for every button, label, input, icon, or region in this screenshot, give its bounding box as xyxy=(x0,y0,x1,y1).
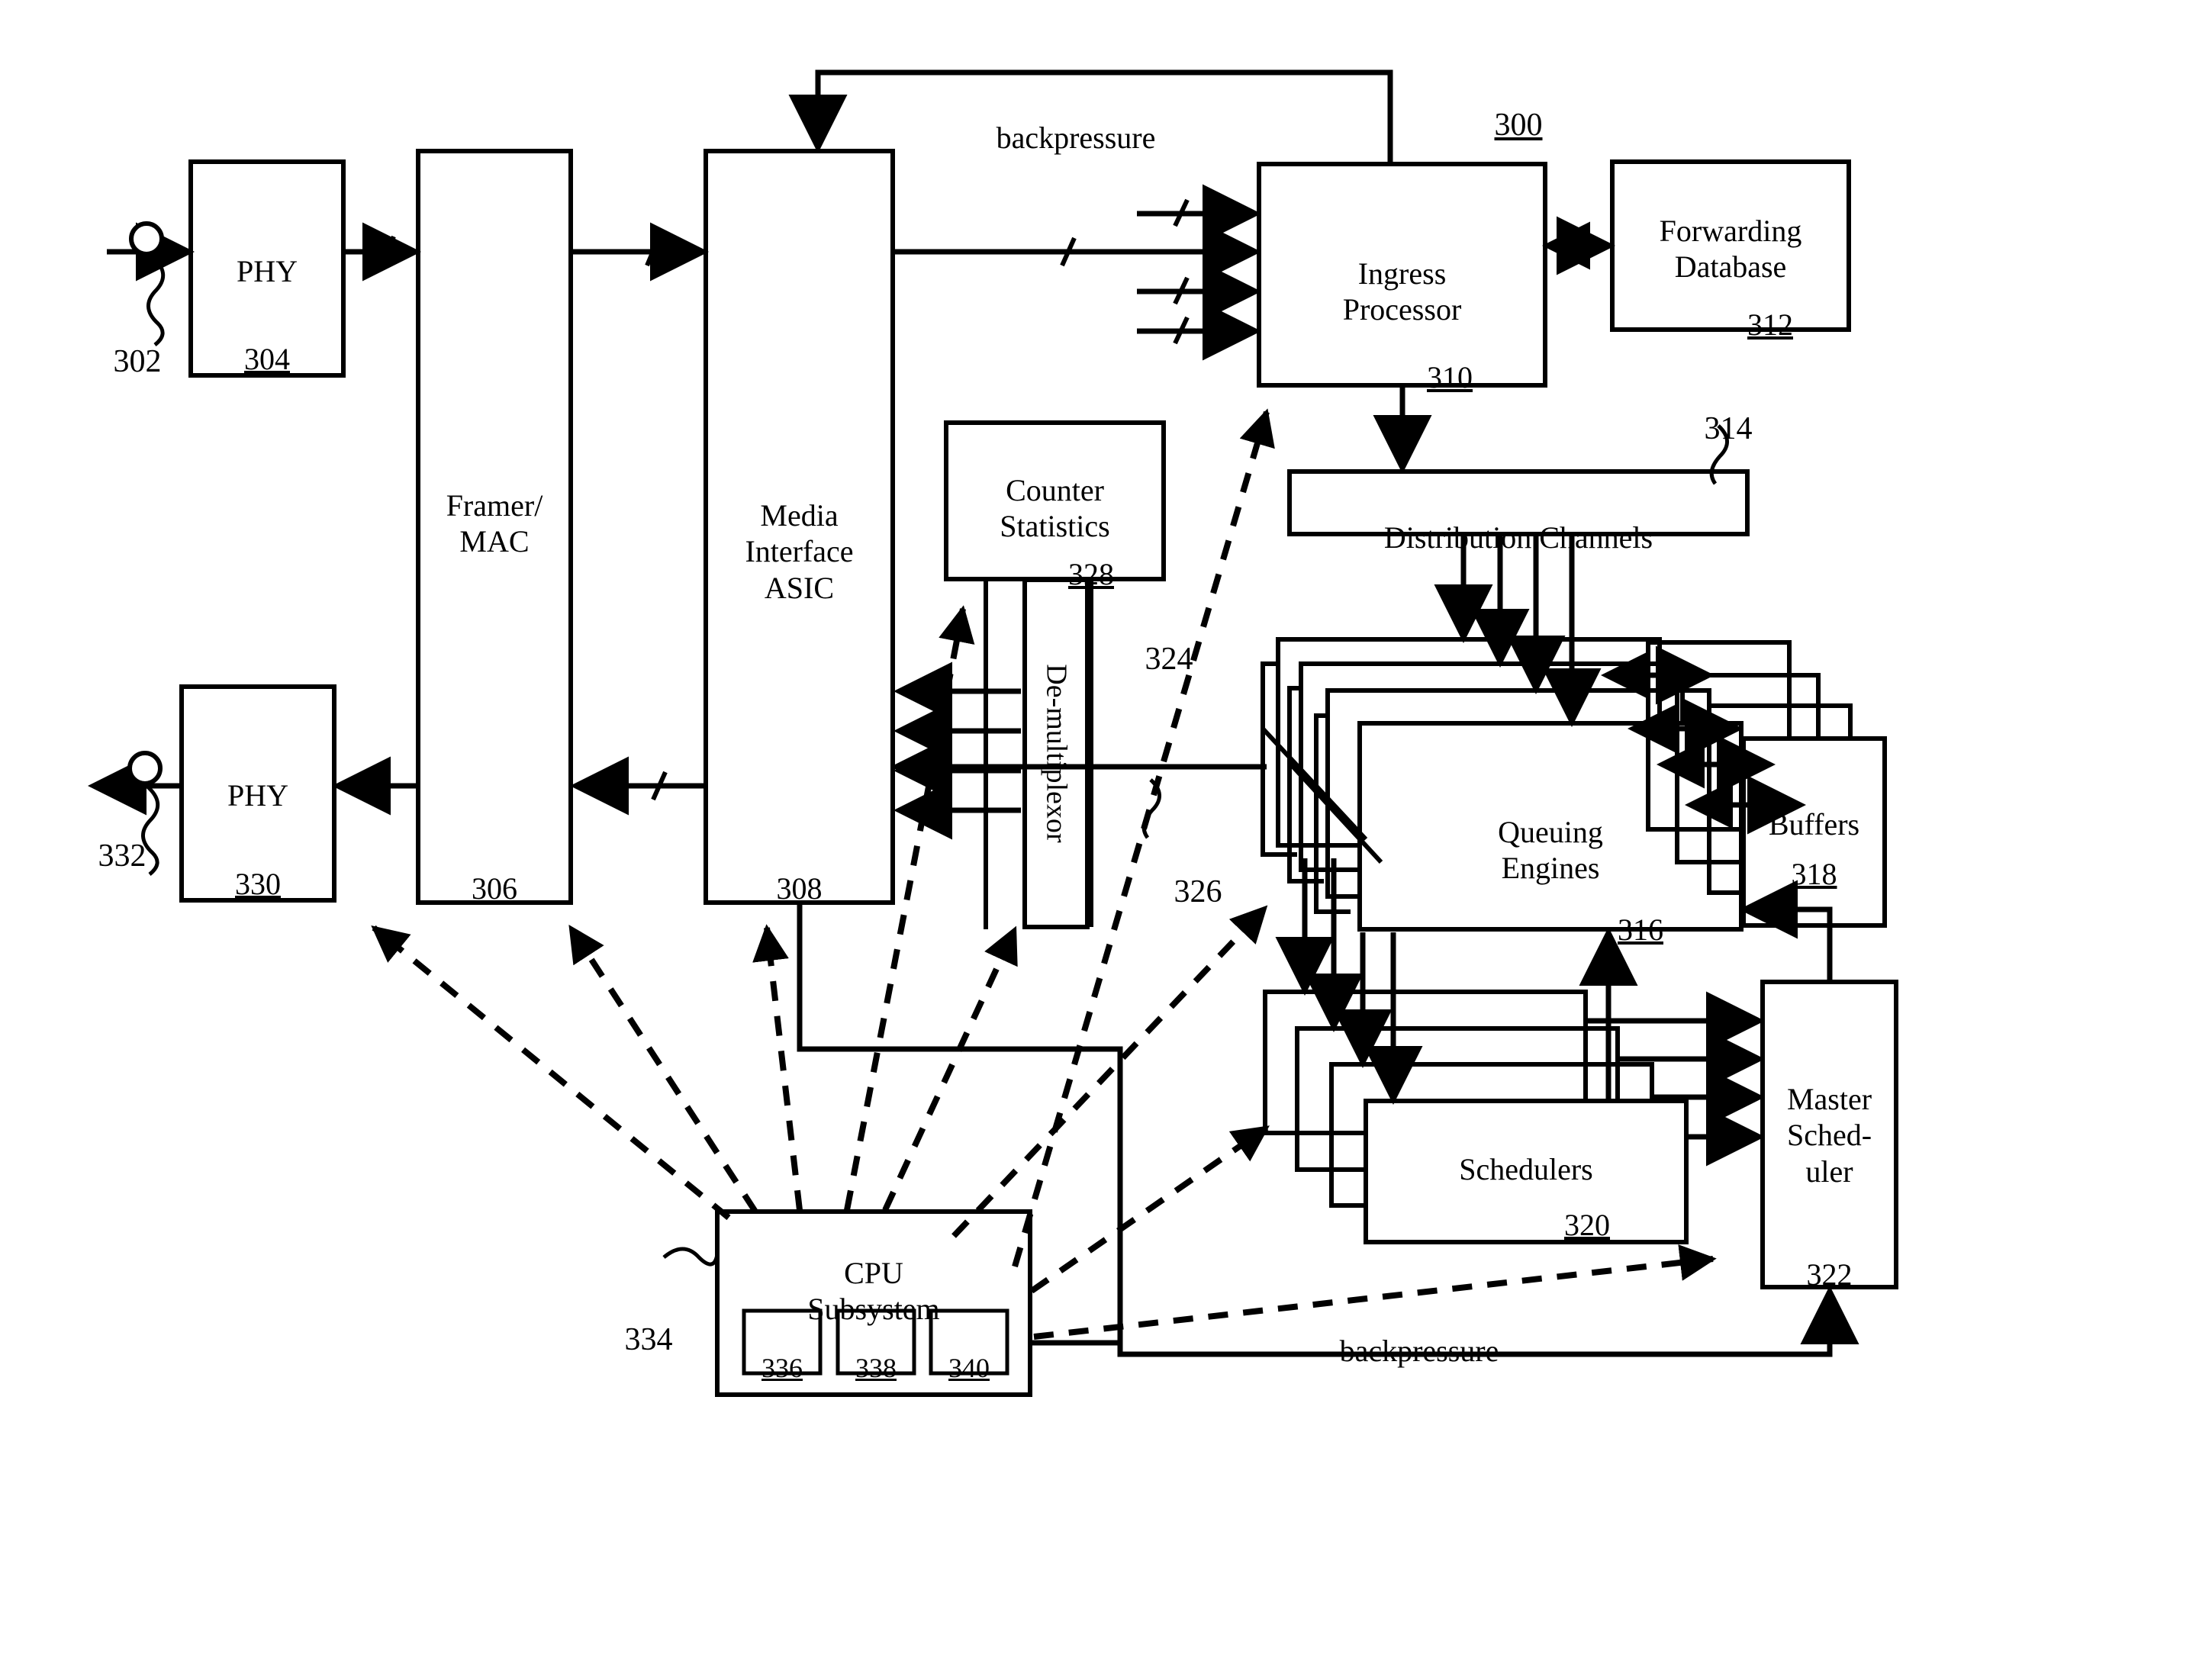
diagram-vector-layer xyxy=(88,69,1898,1397)
block-cpu-subsystem xyxy=(715,1209,1032,1397)
dashed-cpu-to-demux xyxy=(882,925,1018,1212)
block-phy-330 xyxy=(179,684,336,903)
patent-figure-canvas: PHY 304 Framer/ MAC 306 Media Interface … xyxy=(0,0,2212,1664)
dashed-cpu-to-mia-left xyxy=(568,924,758,1214)
dashed-cpu-to-schedulers xyxy=(1029,1125,1270,1294)
block-ingress-310 xyxy=(1257,162,1547,388)
callout-squiggle-314 xyxy=(1709,424,1729,485)
block-schedulers-320 xyxy=(1364,1099,1689,1244)
callout-squiggle-334 xyxy=(662,1247,720,1267)
dashed-cpu-to-master-scheduler xyxy=(1033,1244,1717,1340)
block-distch-314 xyxy=(1287,469,1750,536)
node-input-302 xyxy=(129,221,164,256)
callout-squiggle-332 xyxy=(141,784,160,876)
block-queuing-316 xyxy=(1357,721,1744,932)
block-fwdb-312 xyxy=(1610,159,1851,332)
dashed-cpu-to-ingress xyxy=(1012,408,1275,1268)
dashed-cpu-to-framer xyxy=(371,925,731,1221)
block-phy-304 xyxy=(188,159,346,378)
block-mia-308 xyxy=(704,149,895,905)
node-output-332 xyxy=(127,751,163,786)
line-backpressure-top xyxy=(788,69,1393,164)
callout-squiggle-302 xyxy=(147,255,166,346)
dashed-cpu-to-counter xyxy=(844,605,975,1211)
block-framer-306 xyxy=(416,149,573,905)
dashed-cpu-to-queuing xyxy=(951,905,1268,1238)
block-demux xyxy=(1022,578,1090,929)
block-master-scheduler-322 xyxy=(1760,980,1898,1289)
dashed-cpu-to-mia xyxy=(752,924,803,1211)
block-counter-328 xyxy=(944,420,1166,581)
